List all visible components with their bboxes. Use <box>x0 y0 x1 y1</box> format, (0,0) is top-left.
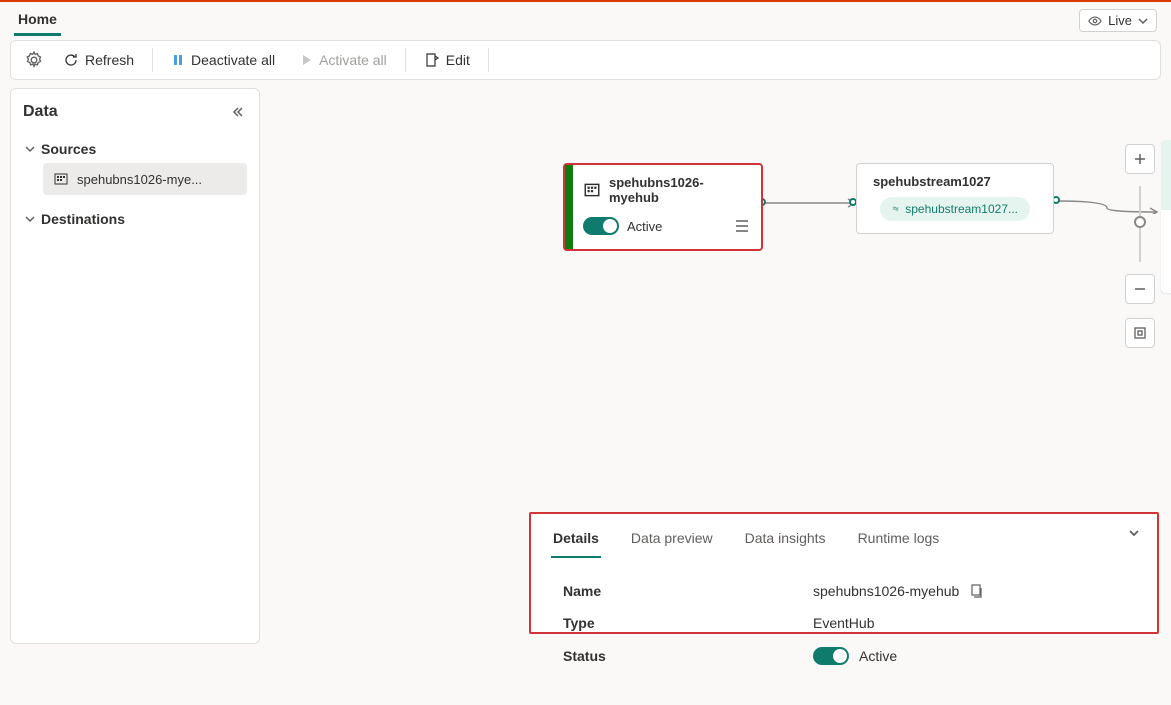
pause-icon <box>171 53 185 67</box>
source-node-title: spehubns1026-myehub <box>609 175 749 205</box>
tab-bar: Home Live <box>0 2 1171 36</box>
refresh-button[interactable]: Refresh <box>53 46 144 74</box>
detail-name-value: spehubns1026-myehub <box>813 583 959 599</box>
detail-name-label: Name <box>563 583 813 599</box>
chevron-down-icon <box>25 214 35 224</box>
divider <box>488 48 489 72</box>
tab-data-insights[interactable]: Data insights <box>743 524 828 558</box>
sidebar-title: Data <box>23 103 247 121</box>
detail-type-value: EventHub <box>813 615 874 631</box>
node-menu-button[interactable] <box>735 220 749 232</box>
divider <box>405 48 406 72</box>
refresh-icon <box>63 52 79 68</box>
chevron-double-left-icon <box>231 105 245 119</box>
destination-placeholder[interactable]: / Switch to edit mode to Transform event… <box>1161 140 1171 293</box>
stream-icon <box>892 202 899 216</box>
stream-node[interactable]: spehubstream1027 spehubstream1027... <box>856 163 1054 234</box>
tab-home[interactable]: Home <box>14 5 61 36</box>
sources-label: Sources <box>41 141 96 157</box>
plus-icon <box>1133 152 1147 166</box>
eye-icon <box>1088 14 1102 28</box>
edit-button[interactable]: Edit <box>414 46 480 74</box>
zoom-out-button[interactable] <box>1125 274 1155 304</box>
fit-view-button[interactable] <box>1125 318 1155 348</box>
copy-icon <box>969 584 983 598</box>
activate-all-label: Activate all <box>319 52 387 68</box>
chevron-down-icon <box>1138 16 1148 26</box>
refresh-label: Refresh <box>85 52 134 68</box>
stream-pill[interactable]: spehubstream1027... <box>880 197 1030 221</box>
gear-icon <box>25 51 43 69</box>
activate-all-button: Activate all <box>289 46 397 74</box>
edit-label: Edit <box>446 52 470 68</box>
detail-status-value: Active <box>859 648 897 664</box>
sidebar: Data Sources spehubns1026-mye... Destina… <box>10 88 260 644</box>
details-panel: Details Data preview Data insights Runti… <box>529 512 1159 634</box>
active-toggle[interactable] <box>583 217 619 235</box>
zoom-controls <box>1125 144 1155 348</box>
source-node[interactable]: spehubns1026-myehub Active <box>563 163 763 251</box>
tab-runtime-logs[interactable]: Runtime logs <box>856 524 942 558</box>
zoom-slider[interactable] <box>1139 186 1141 262</box>
settings-button[interactable] <box>19 45 49 75</box>
deactivate-all-label: Deactivate all <box>191 52 275 68</box>
sidebar-item-source[interactable]: spehubns1026-mye... <box>43 163 247 195</box>
detail-type-label: Type <box>563 615 813 631</box>
zoom-in-button[interactable] <box>1125 144 1155 174</box>
destinations-header[interactable]: Destinations <box>23 205 247 233</box>
minus-icon <box>1133 282 1147 296</box>
menu-icon <box>735 220 749 232</box>
status-label: Active <box>627 219 662 234</box>
connection-line <box>760 198 860 208</box>
detail-status-label: Status <box>563 648 813 664</box>
destinations-label: Destinations <box>41 211 125 227</box>
node-accent <box>565 165 573 249</box>
zoom-thumb[interactable] <box>1134 216 1146 228</box>
deactivate-all-button[interactable]: Deactivate all <box>161 46 285 74</box>
divider <box>152 48 153 72</box>
canvas[interactable]: spehubns1026-myehub Active spehubstream1… <box>260 88 1171 644</box>
chevron-down-icon <box>1127 526 1141 540</box>
status-toggle[interactable] <box>813 647 849 665</box>
sources-header[interactable]: Sources <box>23 135 247 163</box>
fit-icon <box>1133 326 1147 340</box>
tab-data-preview[interactable]: Data preview <box>629 524 715 558</box>
live-dropdown[interactable]: Live <box>1079 9 1157 32</box>
stream-node-title: spehubstream1027 <box>869 174 1041 189</box>
live-label: Live <box>1108 13 1132 28</box>
stream-pill-label: spehubstream1027... <box>905 202 1018 216</box>
eventhub-icon <box>53 171 69 187</box>
ribbon: Refresh Deactivate all Activate all Edit <box>10 40 1161 80</box>
eventhub-icon <box>583 181 601 199</box>
edit-icon <box>424 52 440 68</box>
play-icon <box>299 53 313 67</box>
sidebar-item-label: spehubns1026-mye... <box>77 172 202 187</box>
chevron-down-icon <box>25 144 35 154</box>
collapse-sidebar-button[interactable] <box>231 105 245 119</box>
collapse-panel-button[interactable] <box>1127 526 1141 540</box>
destination-text: Switch to edit mode to Transform event o… <box>1161 210 1171 293</box>
copy-button[interactable] <box>969 584 983 598</box>
tab-details[interactable]: Details <box>551 524 601 558</box>
